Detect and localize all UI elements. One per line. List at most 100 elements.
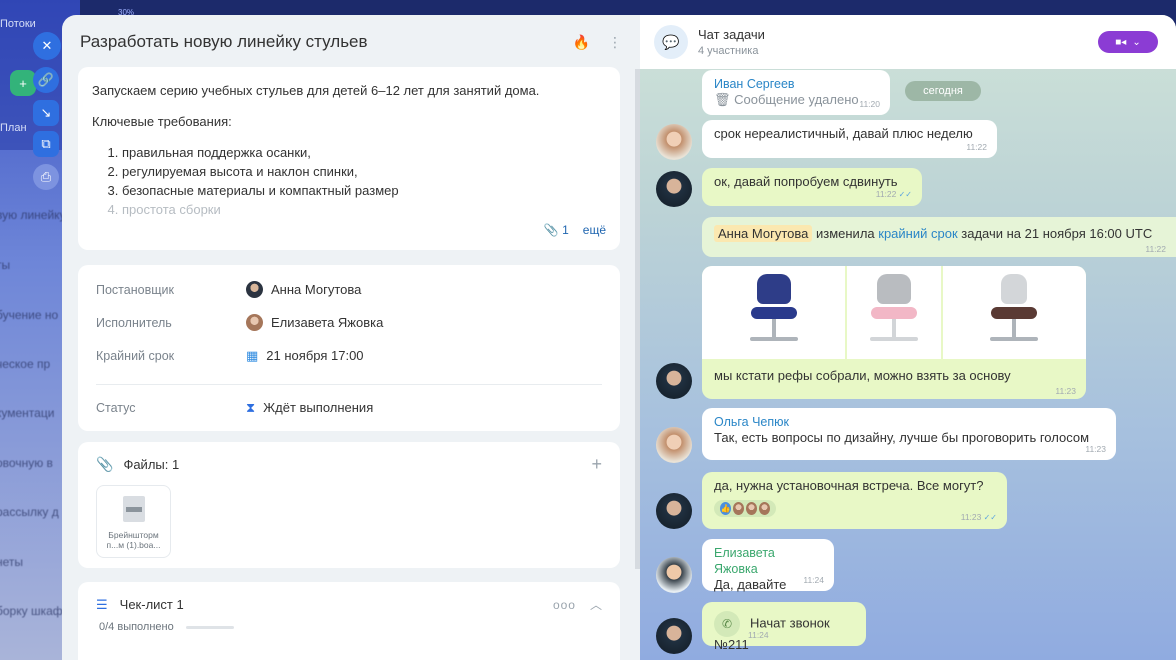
reactions[interactable]: 👍 xyxy=(714,500,776,517)
checklist-section: ☰ Чек-лист 1 ooo ︿ 0/4 выполнено xyxy=(78,582,620,660)
message-time: 11:23 xyxy=(1055,386,1076,396)
close-button[interactable]: ✕ xyxy=(33,32,61,60)
close-icon: ✕ xyxy=(41,38,53,53)
chat-header: 💬 Чат задачи 4 участника ■◂ ⌄ xyxy=(640,15,1176,69)
photo-message[interactable]: мы кстати рефы собрали, можно взять за о… xyxy=(702,266,1086,399)
creator-row: Постановщик Анна Могутова xyxy=(96,273,602,306)
chair-photo[interactable] xyxy=(847,266,941,359)
task-title: Разработать новую линейку стульев xyxy=(80,32,368,51)
more-vertical-icon[interactable]: ⋮ xyxy=(608,34,622,51)
link-icon: 🔗 xyxy=(37,72,55,87)
message-time: 11:24 xyxy=(748,630,769,640)
avatar xyxy=(759,502,770,515)
assignee-label: Исполнитель xyxy=(96,315,172,330)
more-horizontal-icon[interactable]: ooo xyxy=(553,598,576,612)
status-row: Статус ⧗ Ждёт выполнения xyxy=(96,391,602,424)
message-text: да, нужна установочная встреча. Все могу… xyxy=(714,478,984,493)
flame-icon[interactable]: 🔥 xyxy=(573,34,590,51)
bg-task-item: овочную в xyxy=(0,456,53,470)
message-text: Сообщение удалено xyxy=(734,92,859,107)
assignee-value[interactable]: Елизавета Яжовка xyxy=(246,314,383,331)
avatar[interactable] xyxy=(656,493,692,529)
deadline-row: Крайний срок ▦ 21 ноября 17:00 xyxy=(96,339,602,372)
chair-photo[interactable] xyxy=(942,266,1086,359)
file-tile[interactable]: Брейншторм п...м (1).boa... xyxy=(96,485,171,558)
system-user[interactable]: Анна Могутова xyxy=(714,225,813,242)
list-item: правильная поддержка осанки, xyxy=(122,143,606,162)
attachments-link[interactable]: 📎 1 xyxy=(544,221,569,240)
avatar[interactable] xyxy=(656,427,692,463)
checklist-header: ☰ Чек-лист 1 ooo ︿ xyxy=(96,596,602,613)
copy-link-button[interactable]: 🔗 xyxy=(33,67,59,93)
avatar[interactable] xyxy=(656,363,692,399)
thumbs-up-icon: 👍 xyxy=(720,502,731,515)
files-title: Файлы: 1 xyxy=(123,457,180,472)
call-message[interactable]: ✆ Начат звонок №211 11:24 xyxy=(702,602,866,652)
calendar-icon: ▦ xyxy=(246,347,259,363)
task-header: Разработать новую линейку стульев 🔥 ⋮ xyxy=(62,15,640,69)
creator-value[interactable]: Анна Могутова xyxy=(246,281,361,298)
open-new-window-button[interactable]: ⧉ xyxy=(33,131,59,157)
chat-message[interactable]: Иван Сергеев 🗑 Сообщение удалено 11:20 xyxy=(702,70,890,115)
chat-title-block: Чат задачи 4 участника xyxy=(698,27,765,57)
avatar xyxy=(246,314,263,331)
avatar xyxy=(733,502,744,515)
message-time: 11:23 xyxy=(1085,444,1106,454)
bg-task-item: неты xyxy=(0,555,24,569)
task-description: Запускаем серию учебных стульев для дете… xyxy=(78,67,620,250)
list-item: регулируемая высота и наклон спинки, xyxy=(122,162,606,181)
bg-label-plan: План xyxy=(0,122,27,134)
chevron-up-icon[interactable]: ︿ xyxy=(590,596,602,613)
avatar[interactable] xyxy=(656,124,692,160)
printer-icon: ⎙ xyxy=(40,169,52,184)
bg-task-item: борку шкаф xyxy=(0,604,63,618)
chat-message[interactable]: ок, давай попробуем сдвинуть 11:22 xyxy=(702,168,922,206)
task-panel: Разработать новую линейку стульев 🔥 ⋮ За… xyxy=(62,15,640,660)
video-call-button[interactable]: ■◂ ⌄ xyxy=(1098,31,1158,53)
description-footer: 📎 1 ещё xyxy=(544,221,606,240)
bg-task-item: вую линейку xyxy=(0,208,66,222)
add-file-button[interactable]: + xyxy=(591,454,602,475)
assignee-name: Елизавета Яжовка xyxy=(271,315,384,330)
message-time: 11:22 xyxy=(966,142,987,152)
avatar[interactable] xyxy=(656,618,692,654)
chat-message[interactable]: срок нереалистичный, давай плюс неделю 1… xyxy=(702,120,997,158)
message-text: Так, есть вопросы по дизайну, лучше бы п… xyxy=(714,430,1090,445)
bg-task-item: рассылку д xyxy=(0,505,59,519)
deadline-link[interactable]: крайний срок xyxy=(878,226,957,241)
chat-message[interactable]: Ольга Чепюк Так, есть вопросы по дизайну… xyxy=(702,408,1116,460)
phone-icon: ✆ xyxy=(714,611,740,637)
chat-panel: 💬 Чат задачи 4 участника ■◂ ⌄ Иван Сергее… xyxy=(640,15,1176,660)
bg-task-item: ты xyxy=(0,258,11,272)
photo-gallery xyxy=(702,266,1086,359)
chevron-down-icon: ⌄ xyxy=(1132,36,1141,48)
description-intro: Запускаем серию учебных стульев для дете… xyxy=(92,83,540,98)
files-section: 📎 Файлы: 1 + Брейншторм п...м (1).boa... xyxy=(78,442,620,568)
requirements-heading: Ключевые требования: xyxy=(92,114,232,129)
trash-icon: 🗑 xyxy=(714,92,731,107)
progress-bar xyxy=(185,625,234,629)
avatar[interactable] xyxy=(656,171,692,207)
message-author[interactable]: Ольга Чепюк xyxy=(714,414,1104,430)
print-button[interactable]: ⎙ xyxy=(33,164,59,190)
deadline-value[interactable]: ▦ 21 ноября 17:00 xyxy=(246,348,364,364)
more-link[interactable]: ещё xyxy=(583,221,606,240)
checklist-title[interactable]: Чек-лист 1 xyxy=(120,597,184,612)
message-author[interactable]: Иван Сергеев xyxy=(714,76,878,92)
message-time: 11:24 xyxy=(803,575,824,585)
system-message: Анна Могутова изменила крайний срок зада… xyxy=(702,217,1176,257)
chat-message[interactable]: да, нужна установочная встреча. Все могу… xyxy=(702,472,1007,529)
arrow-down-right-icon: ↘ xyxy=(40,105,52,120)
chat-message[interactable]: Елизавета Яжовка Да, давайте 11:24 xyxy=(702,539,834,592)
files-header: 📎 Файлы: 1 + xyxy=(96,454,602,475)
message-time: 11:22 xyxy=(876,186,912,203)
paperclip-icon: 📎 xyxy=(543,223,559,237)
task-properties: Постановщик Анна Могутова Исполнитель Ел… xyxy=(78,265,620,431)
add-icon[interactable]: + xyxy=(10,70,36,96)
chair-photo[interactable] xyxy=(702,266,846,359)
collapse-button[interactable]: ↘ xyxy=(33,100,59,126)
avatar[interactable] xyxy=(656,557,692,593)
hourglass-icon: ⧗ xyxy=(246,399,256,415)
chat-participants[interactable]: 4 участника xyxy=(698,45,765,57)
bg-label-streams: Потоки xyxy=(0,18,36,30)
